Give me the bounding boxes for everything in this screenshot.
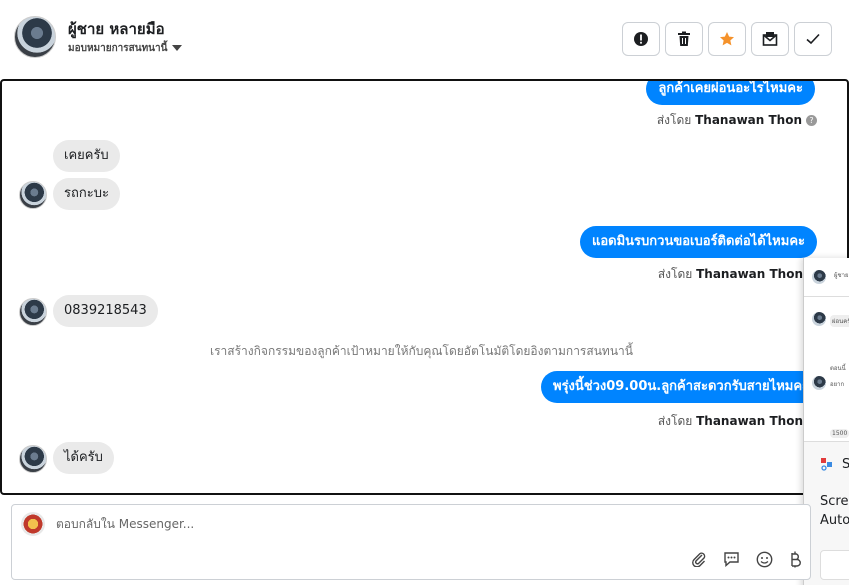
notification-line: Auto xyxy=(820,513,849,528)
snipping-tool-icon xyxy=(821,458,832,471)
contact-avatar-small xyxy=(19,181,47,209)
help-icon[interactable]: ? xyxy=(806,115,817,126)
outgoing-message: ลูกค้าเคยผ่อนอะไรไหมคะ xyxy=(646,81,815,105)
incoming-message: รถกะบะ xyxy=(53,178,120,210)
sender-name: Thanawan Thon xyxy=(696,267,803,281)
payment-icon[interactable] xyxy=(788,549,802,569)
caret-down-icon xyxy=(172,45,183,51)
contact-name[interactable]: ผู้ชาย หลายมือ xyxy=(68,17,165,41)
page-avatar xyxy=(21,512,45,536)
incoming-message: 0839218543 xyxy=(53,295,158,327)
overlay-avatar xyxy=(812,270,826,284)
assign-conversation-dropdown[interactable]: มอบหมายการสนทนานี้ xyxy=(68,41,183,56)
sent-by-text: ส่งโดย xyxy=(657,414,693,428)
sent-by-label: ส่งโดย Thanawan Thon? xyxy=(657,111,817,130)
assign-label: มอบหมายการสนทนานี้ xyxy=(68,43,168,54)
sent-by-label: ส่งโดย Thanawan Thon xyxy=(658,265,803,284)
overlay-avatar xyxy=(812,312,826,326)
alert-circle-icon xyxy=(634,32,648,46)
emoji-icon[interactable] xyxy=(754,549,774,569)
overlay-divider xyxy=(804,296,849,297)
notification-button[interactable] xyxy=(820,550,849,580)
overlay-message: อยาก xyxy=(830,381,845,388)
outgoing-message: แอดมินรบกวนขอเบอร์ติดต่อได้ไหมคะ xyxy=(579,226,817,258)
notification-title: S xyxy=(842,457,849,472)
conversation-header: ผู้ชาย หลายมือ มอบหมายการสนทนานี้ xyxy=(0,0,849,78)
overlay-contact-name: ผู้ชาย xyxy=(834,272,849,279)
overlay-message: ตอนนี้ xyxy=(830,365,846,372)
incoming-message: ได้ครับ xyxy=(53,442,114,474)
saved-replies-icon[interactable] xyxy=(721,549,741,569)
reply-input[interactable] xyxy=(56,517,656,531)
sender-name: Thanawan Thon xyxy=(696,414,803,428)
done-button[interactable] xyxy=(794,22,832,56)
sent-by-text: ส่งโดย xyxy=(656,113,692,127)
sent-by-label: ส่งโดย Thanawan Thon xyxy=(658,412,803,431)
star-icon xyxy=(720,32,734,46)
notification-line: Scree xyxy=(820,494,849,509)
envelope-icon xyxy=(762,32,778,46)
trash-icon xyxy=(678,31,690,46)
overlay-message: 1500 xyxy=(830,429,849,438)
overlay-avatar xyxy=(812,376,826,390)
message-thread[interactable]: ลูกค้าเคยผ่อนอะไรไหมคะ ส่งโดย Thanawan T… xyxy=(0,79,849,495)
mark-unread-button[interactable] xyxy=(751,22,789,56)
outgoing-message: พรุ่งนี้ช่วง09.00น.ลูกค้าสะดวกรับสายไหมค… xyxy=(541,371,822,403)
spam-button[interactable] xyxy=(622,22,660,56)
star-button[interactable] xyxy=(708,22,746,56)
attach-icon[interactable] xyxy=(689,549,709,569)
overlay-message: ผ่อนครับ xyxy=(830,315,849,327)
reply-composer xyxy=(11,504,811,580)
delete-button[interactable] xyxy=(665,22,703,56)
contact-avatar-small xyxy=(19,445,47,473)
system-note: เราสร้างกิจกรรมของลูกค้าเป้าหมายให้กับคุ… xyxy=(210,344,633,358)
incoming-message: เคยครับ xyxy=(53,140,120,172)
check-icon xyxy=(806,33,820,45)
contact-avatar-small xyxy=(19,298,47,326)
sent-by-text: ส่งโดย xyxy=(657,267,693,281)
sender-name: Thanawan Thon xyxy=(695,113,802,127)
contact-avatar[interactable] xyxy=(14,16,56,58)
